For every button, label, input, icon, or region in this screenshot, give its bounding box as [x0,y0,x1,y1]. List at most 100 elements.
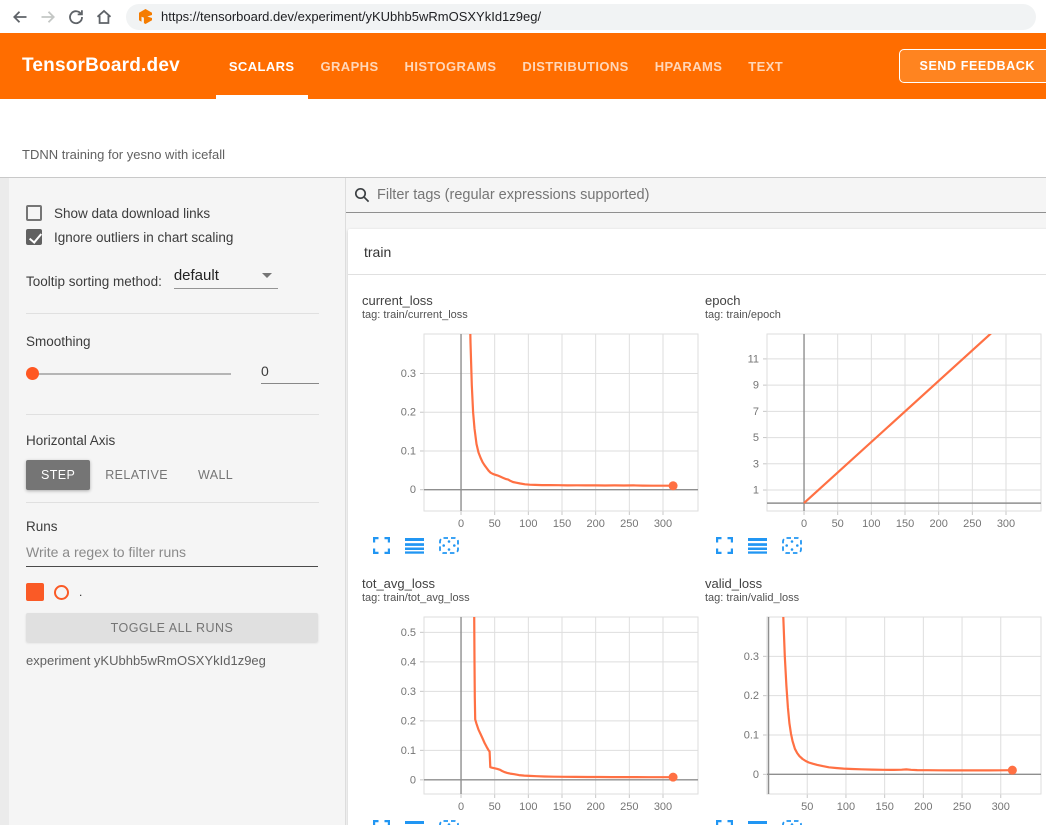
slider-track [26,373,231,375]
app-header: TensorBoard.dev SCALARS GRAPHS HISTOGRAM… [0,33,1046,99]
svg-text:150: 150 [553,518,571,529]
line-chart[interactable]: 05010015020025030000.10.20.30.40.5 [362,612,700,812]
smoothing-value-input[interactable]: 0 [261,363,319,384]
svg-text:0.3: 0.3 [401,368,416,380]
ignore-outliers-row[interactable]: Ignore outliers in chart scaling [26,229,319,245]
send-feedback-button[interactable]: SEND FEEDBACK [899,49,1046,83]
svg-text:5: 5 [753,432,759,444]
tooltip-sort-label: Tooltip sorting method: [26,274,162,289]
fullscreen-icon[interactable] [716,820,733,825]
tab-text[interactable]: TEXT [735,33,796,99]
chart-card-valid-loss: valid_loss tag: train/valid_loss 5010015… [705,576,1046,825]
svg-text:0.2: 0.2 [401,715,416,727]
svg-text:100: 100 [862,518,880,529]
back-icon[interactable] [8,5,32,29]
tab-histograms[interactable]: HISTOGRAMS [392,33,510,99]
svg-text:0: 0 [410,774,416,786]
settings-sidebar: Show data download links Ignore outliers… [0,178,346,825]
svg-text:0.2: 0.2 [744,690,759,702]
tag-filter-row [346,178,1046,213]
run-item[interactable]: . [26,583,319,601]
svg-text:0.3: 0.3 [401,686,416,698]
line-chart[interactable]: 0501001502002503001357911 [705,329,1043,529]
svg-text:200: 200 [914,801,932,812]
chart-tag: tag: train/epoch [705,309,1046,323]
runs-label: Runs [26,519,319,534]
svg-text:3: 3 [753,458,759,470]
app-title: TensorBoard.dev [22,55,180,77]
svg-text:0: 0 [801,518,807,529]
chevron-down-icon [262,273,272,278]
smoothing-slider[interactable] [26,367,231,381]
fit-domain-icon[interactable] [782,820,802,825]
svg-text:1: 1 [753,485,759,497]
chart-actions [705,537,1046,554]
log-scale-icon[interactable] [405,821,424,825]
chart-tag: tag: train/tot_avg_loss [362,592,705,606]
fit-domain-icon[interactable] [439,537,459,554]
tab-distributions[interactable]: DISTRIBUTIONS [509,33,641,99]
runs-filter-input[interactable] [26,544,318,567]
line-chart[interactable]: 05010015020025030000.10.20.3 [362,329,700,529]
log-scale-icon[interactable] [405,538,424,554]
horizontal-axis-label: Horizontal Axis [26,433,319,448]
svg-text:0.2: 0.2 [401,407,416,419]
chart-actions [362,537,705,554]
tab-hparams[interactable]: HPARAMS [642,33,736,99]
reload-icon[interactable] [64,5,88,29]
charts-grid: current_loss tag: train/current_loss 050… [348,275,1046,825]
svg-text:150: 150 [553,801,571,812]
tooltip-sort-value: default [174,267,219,284]
chart-actions [705,820,1046,825]
ignore-outliers-checkbox[interactable] [26,229,42,245]
chart-title: epoch [705,293,1046,309]
nav-tabs: SCALARS GRAPHS HISTOGRAMS DISTRIBUTIONS … [216,33,796,99]
svg-text:7: 7 [753,406,759,418]
chart-title: tot_avg_loss [362,576,705,592]
chart-tag: tag: train/valid_loss [705,592,1046,606]
tag-filter-input[interactable] [377,187,1046,203]
scalars-dashboard: train current_loss tag: train/current_lo… [346,178,1046,825]
log-scale-icon[interactable] [748,821,767,825]
svg-text:0: 0 [753,769,759,781]
slider-knob[interactable] [26,367,39,380]
fit-domain-icon[interactable] [782,537,802,554]
svg-text:0.4: 0.4 [401,656,416,668]
svg-text:0.5: 0.5 [401,627,416,639]
toggle-all-runs-button[interactable]: TOGGLE ALL RUNS [26,613,318,642]
tab-graphs[interactable]: GRAPHS [308,33,392,99]
home-icon[interactable] [92,5,116,29]
tooltip-sort-select[interactable]: default [174,267,278,289]
axis-step-button[interactable]: STEP [26,460,90,490]
forward-icon[interactable] [36,5,60,29]
fit-domain-icon[interactable] [439,820,459,825]
fullscreen-icon[interactable] [373,537,390,554]
svg-text:9: 9 [753,380,759,392]
fullscreen-icon[interactable] [373,820,390,825]
chart-tag: tag: train/current_loss [362,309,705,323]
tensorboard-favicon [138,9,153,24]
svg-text:11: 11 [748,353,759,365]
section-header-train[interactable]: train [348,229,1046,275]
fullscreen-icon[interactable] [716,537,733,554]
chart-card-current-loss: current_loss tag: train/current_loss 050… [362,293,705,554]
show-download-links-row[interactable]: Show data download links [26,205,319,221]
svg-text:50: 50 [489,518,501,529]
checkbox-label: Ignore outliers in chart scaling [54,230,233,245]
svg-text:0.3: 0.3 [744,651,759,663]
svg-text:250: 250 [620,518,638,529]
search-icon [354,187,370,203]
log-scale-icon[interactable] [748,538,767,554]
run-checkbox[interactable] [26,583,44,601]
axis-relative-button[interactable]: RELATIVE [90,460,183,490]
line-chart[interactable]: 5010015020025030000.10.20.3 [705,612,1043,812]
chart-card-epoch: epoch tag: train/epoch 05010015020025030… [705,293,1046,554]
show-download-links-checkbox[interactable] [26,205,42,221]
tab-scalars[interactable]: SCALARS [216,33,308,99]
axis-wall-button[interactable]: WALL [183,460,248,490]
address-bar[interactable]: https://tensorboard.dev/experiment/yKUbh… [126,4,1036,30]
svg-text:50: 50 [489,801,501,812]
svg-text:0: 0 [458,801,464,812]
run-name: . [79,585,82,599]
browser-window: https://tensorboard.dev/experiment/yKUbh… [0,0,1046,825]
